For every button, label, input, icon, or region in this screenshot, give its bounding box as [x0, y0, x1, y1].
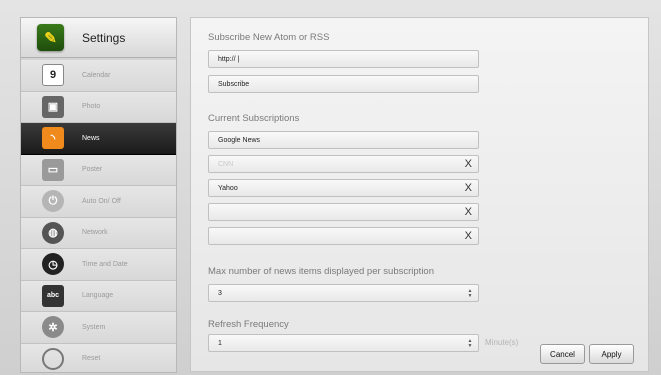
sidebar-item-reset[interactable]: Reset: [21, 343, 176, 372]
sidebar-item-news[interactable]: ◝ News: [21, 123, 176, 155]
subscription-row[interactable]: CNN X: [208, 155, 479, 173]
subscriptions-header: Google News: [208, 131, 479, 149]
language-icon: abc: [42, 284, 64, 307]
stepper-icon[interactable]: ▲ ▼: [466, 338, 474, 349]
subscription-row[interactable]: Yahoo X: [208, 179, 479, 197]
subscribe-button[interactable]: Subscribe: [208, 75, 479, 93]
sidebar-item-label: Poster: [82, 166, 103, 174]
sidebar-item-label: System: [82, 323, 106, 331]
tools-icon: ✎: [37, 24, 64, 51]
current-subscriptions-label: Current Subscriptions: [208, 113, 300, 124]
remove-icon[interactable]: X: [465, 230, 472, 242]
settings-sidebar: ✎ Settings 9 Calendar ▣ Photo ◝ News ▭ P…: [20, 17, 177, 373]
sidebar-item-calendar[interactable]: 9 Calendar: [21, 60, 176, 92]
subscription-name: Yahoo: [218, 184, 238, 192]
refresh-unit-label: Minute(s): [485, 338, 519, 347]
reset-icon: [42, 347, 64, 370]
sidebar-item-label: Auto On/ Off: [82, 197, 121, 205]
calendar-icon: 9: [42, 64, 64, 87]
feed-url-input[interactable]: http:// |: [208, 50, 479, 68]
apply-button[interactable]: Apply: [589, 344, 634, 364]
sidebar-item-label: News: [82, 134, 100, 142]
remove-icon[interactable]: X: [465, 182, 472, 194]
refresh-frequency-select[interactable]: 1 ▲ ▼: [208, 334, 479, 352]
sidebar-item-label: Calendar: [82, 71, 111, 79]
refresh-frequency-value: 1: [218, 339, 222, 347]
photo-icon: ▣: [42, 95, 64, 118]
poster-icon: ▭: [42, 158, 64, 181]
system-icon: ✲: [42, 316, 64, 339]
rss-icon: ◝: [42, 127, 64, 150]
subscription-row[interactable]: X: [208, 227, 479, 245]
clock-icon: ◷: [42, 253, 64, 276]
refresh-frequency-label: Refresh Frequency: [208, 319, 289, 330]
subscription-name: CNN: [218, 160, 234, 168]
max-items-label: Max number of news items displayed per s…: [208, 266, 434, 277]
globe-icon: ◍: [42, 221, 64, 244]
subscription-row[interactable]: X: [208, 203, 479, 221]
settings-window: ✎ Settings 9 Calendar ▣ Photo ◝ News ▭ P…: [0, 0, 661, 375]
sidebar-item-label: Network: [82, 229, 108, 237]
sidebar-header: ✎ Settings: [21, 18, 176, 58]
stepper-icon[interactable]: ▲ ▼: [466, 288, 474, 299]
sidebar-item-time-and-date[interactable]: ◷ Time and Date: [21, 249, 176, 281]
subscribe-label: Subscribe New Atom or RSS: [208, 32, 330, 43]
max-items-value: 3: [218, 289, 222, 297]
remove-icon[interactable]: X: [465, 158, 472, 170]
sidebar-item-language[interactable]: abc Language: [21, 280, 176, 312]
sidebar-item-label: Language: [82, 292, 114, 300]
sidebar-item-system[interactable]: ✲ System: [21, 312, 176, 344]
sidebar-item-label: Photo: [82, 103, 101, 111]
sidebar-item-network[interactable]: ◍ Network: [21, 217, 176, 249]
news-settings-panel: Subscribe New Atom or RSS http:// | Subs…: [190, 17, 649, 372]
sidebar-item-photo[interactable]: ▣ Photo: [21, 91, 176, 123]
sidebar-title: Settings: [82, 30, 126, 45]
max-items-select[interactable]: 3 ▲ ▼: [208, 284, 479, 302]
power-icon: ⏻: [42, 190, 64, 213]
sidebar-item-label: Reset: [82, 355, 101, 363]
sidebar-item-auto-on-off[interactable]: ⏻ Auto On/ Off: [21, 186, 176, 218]
sidebar-list: 9 Calendar ▣ Photo ◝ News ▭ Poster ⏻ Aut…: [21, 60, 176, 372]
remove-icon[interactable]: X: [465, 206, 472, 218]
sidebar-item-label: Time and Date: [82, 260, 128, 268]
sidebar-item-poster[interactable]: ▭ Poster: [21, 154, 176, 186]
cancel-button[interactable]: Cancel: [540, 344, 585, 364]
